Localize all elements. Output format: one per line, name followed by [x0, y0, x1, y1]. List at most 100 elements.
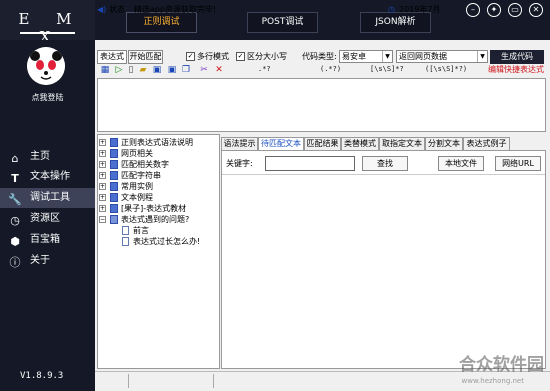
keyword-label: 关键字:	[226, 159, 253, 168]
save-icon[interactable]: ▣	[151, 64, 163, 76]
book-icon	[110, 160, 118, 169]
tab-extract-text[interactable]: 取指定文本	[379, 137, 425, 151]
edit-shortcuts-link[interactable]: 编辑快捷表达式	[488, 64, 544, 76]
expression-editor[interactable]	[97, 78, 546, 132]
expand-icon[interactable]: +	[99, 183, 106, 190]
minimize-icon[interactable]: –	[466, 3, 480, 17]
watermark-logo: 合众软件园	[459, 355, 544, 375]
status-date: 2019年7月	[399, 5, 441, 14]
tree-label: 正则表达式语法说明	[121, 138, 193, 147]
clock-icon: ◷	[10, 214, 20, 227]
text-icon: T	[11, 172, 19, 185]
book-icon	[110, 171, 118, 180]
restore-icon[interactable]: ▭	[508, 3, 522, 17]
divider	[128, 374, 129, 388]
save-icon[interactable]: ▣	[166, 64, 178, 76]
tab-split-text[interactable]: 分割文本	[425, 137, 463, 151]
nav-home[interactable]: ⌂ 主页	[0, 147, 95, 167]
regex-shortcut[interactable]: [\s\S]*?	[370, 65, 404, 73]
nav-label: 主页	[30, 151, 50, 162]
book-icon	[110, 193, 118, 202]
nav-label: 关于	[30, 255, 50, 266]
expand-icon[interactable]: +	[99, 139, 106, 146]
page-icon	[122, 226, 129, 235]
folder-icon[interactable]: ▰	[137, 64, 149, 76]
collapse-icon[interactable]: −	[99, 216, 106, 223]
watermark-url: www.hezhong.net	[461, 377, 525, 385]
expand-icon[interactable]: +	[99, 172, 106, 179]
page-icon	[122, 237, 129, 246]
close-icon[interactable]: ✕	[529, 3, 543, 17]
skin-icon[interactable]: ✦	[487, 3, 501, 17]
expression-label: 表达式	[97, 50, 127, 64]
login-link[interactable]: 点我登陆	[0, 92, 95, 103]
find-button[interactable]: 查找	[362, 156, 408, 171]
expand-icon[interactable]: +	[99, 194, 106, 201]
regex-shortcut[interactable]: ([\s\S]*?)	[425, 65, 467, 73]
expand-icon[interactable]: +	[99, 205, 106, 212]
nav-label: 资源区	[30, 213, 60, 224]
home-icon: ⌂	[11, 152, 19, 165]
version-label: V1.8.9.3	[20, 371, 64, 381]
tab-post-debug[interactable]: POST调试	[247, 12, 318, 33]
tab-replace-mode[interactable]: 类替模式	[341, 137, 379, 151]
tree-label: [果子]-表达式教材	[121, 204, 187, 213]
nav-about[interactable]: ⓘ 关于	[0, 251, 95, 271]
source-text-area[interactable]	[222, 175, 545, 368]
capture-select[interactable]: 返回网页数据 ▼	[396, 50, 488, 63]
case-sensitive-checkbox[interactable]: ✓	[236, 52, 245, 61]
play-icon[interactable]: ▷	[113, 64, 125, 76]
title-bar: E M X 正则调试 POST调试 JSON解析 – ✦ ▭ ✕	[0, 0, 550, 46]
local-file-button[interactable]: 本地文件	[438, 156, 484, 171]
web-url-button[interactable]: 网络URL	[495, 156, 541, 171]
open-book-icon	[110, 215, 118, 224]
divider	[213, 374, 214, 388]
capture-value: 返回网页数据	[399, 52, 447, 61]
nav-toolbox[interactable]: ⬢ 百宝箱	[0, 230, 95, 250]
clock-icon: ◷	[388, 5, 395, 14]
avatar[interactable]	[27, 47, 65, 85]
logo-underline	[20, 32, 75, 34]
hexagon-icon: ⬢	[10, 235, 20, 248]
expand-icon[interactable]: +	[99, 161, 106, 168]
code-type-select[interactable]: 易安卓 ▼	[339, 50, 393, 63]
nav-text-ops[interactable]: T 文本操作	[0, 167, 95, 187]
code-type-label: 代码类型:	[302, 52, 337, 61]
book-icon	[110, 149, 118, 158]
info-icon: ⓘ	[9, 256, 21, 269]
chevron-down-icon: ▼	[382, 51, 392, 62]
book-icon	[110, 204, 118, 213]
tree-label: 网页相关	[121, 149, 153, 158]
cut-icon[interactable]: ✂	[198, 64, 210, 76]
keyword-input[interactable]	[265, 156, 355, 171]
tab-examples[interactable]: 表达式例子	[463, 137, 510, 151]
regex-shortcut[interactable]: (.*?)	[320, 65, 341, 73]
tree-label: 常用实例	[121, 182, 153, 191]
nav-resources[interactable]: ◷ 资源区	[0, 209, 95, 229]
wrench-icon: 🔧	[8, 193, 22, 206]
status-label: 状态	[109, 5, 125, 14]
multiline-checkbox[interactable]: ✓	[186, 52, 195, 61]
copy-icon[interactable]: ❐	[180, 64, 192, 76]
tab-match-result[interactable]: 匹配结果	[304, 137, 341, 151]
nav-debug-tools[interactable]: 🔧 调试工具	[0, 188, 95, 208]
tree-label: 表达式过长怎么办!	[133, 237, 201, 246]
delete-icon[interactable]: ✕	[213, 64, 225, 76]
document-icon[interactable]: ▯	[125, 64, 137, 76]
app-logo: E M X	[0, 0, 95, 46]
tree-list: + 正则表达式语法说明 + 网页相关 + 匹配相关数字 + 匹配字符串 + 常用实例 + 文…	[99, 137, 218, 257]
nav-label: 百宝箱	[30, 234, 60, 245]
generate-code-button[interactable]: 生成代码	[490, 50, 544, 64]
tab-source-text[interactable]: 待匹配文本	[258, 137, 304, 151]
new-icon[interactable]: ▦	[99, 64, 111, 76]
regex-shortcut[interactable]: .*?	[258, 65, 271, 73]
tree-label: 匹配相关数字	[121, 160, 169, 169]
code-type-value: 易安卓	[342, 52, 366, 61]
nav-label: 调试工具	[30, 192, 70, 203]
chevron-down-icon: ▼	[477, 51, 487, 62]
panda-avatar-icon	[27, 47, 65, 85]
expand-icon[interactable]: +	[99, 150, 106, 157]
book-icon	[110, 138, 118, 147]
start-match-button[interactable]: 开始匹配	[128, 50, 163, 64]
tab-syntax-hint[interactable]: 语法提示	[221, 137, 258, 151]
